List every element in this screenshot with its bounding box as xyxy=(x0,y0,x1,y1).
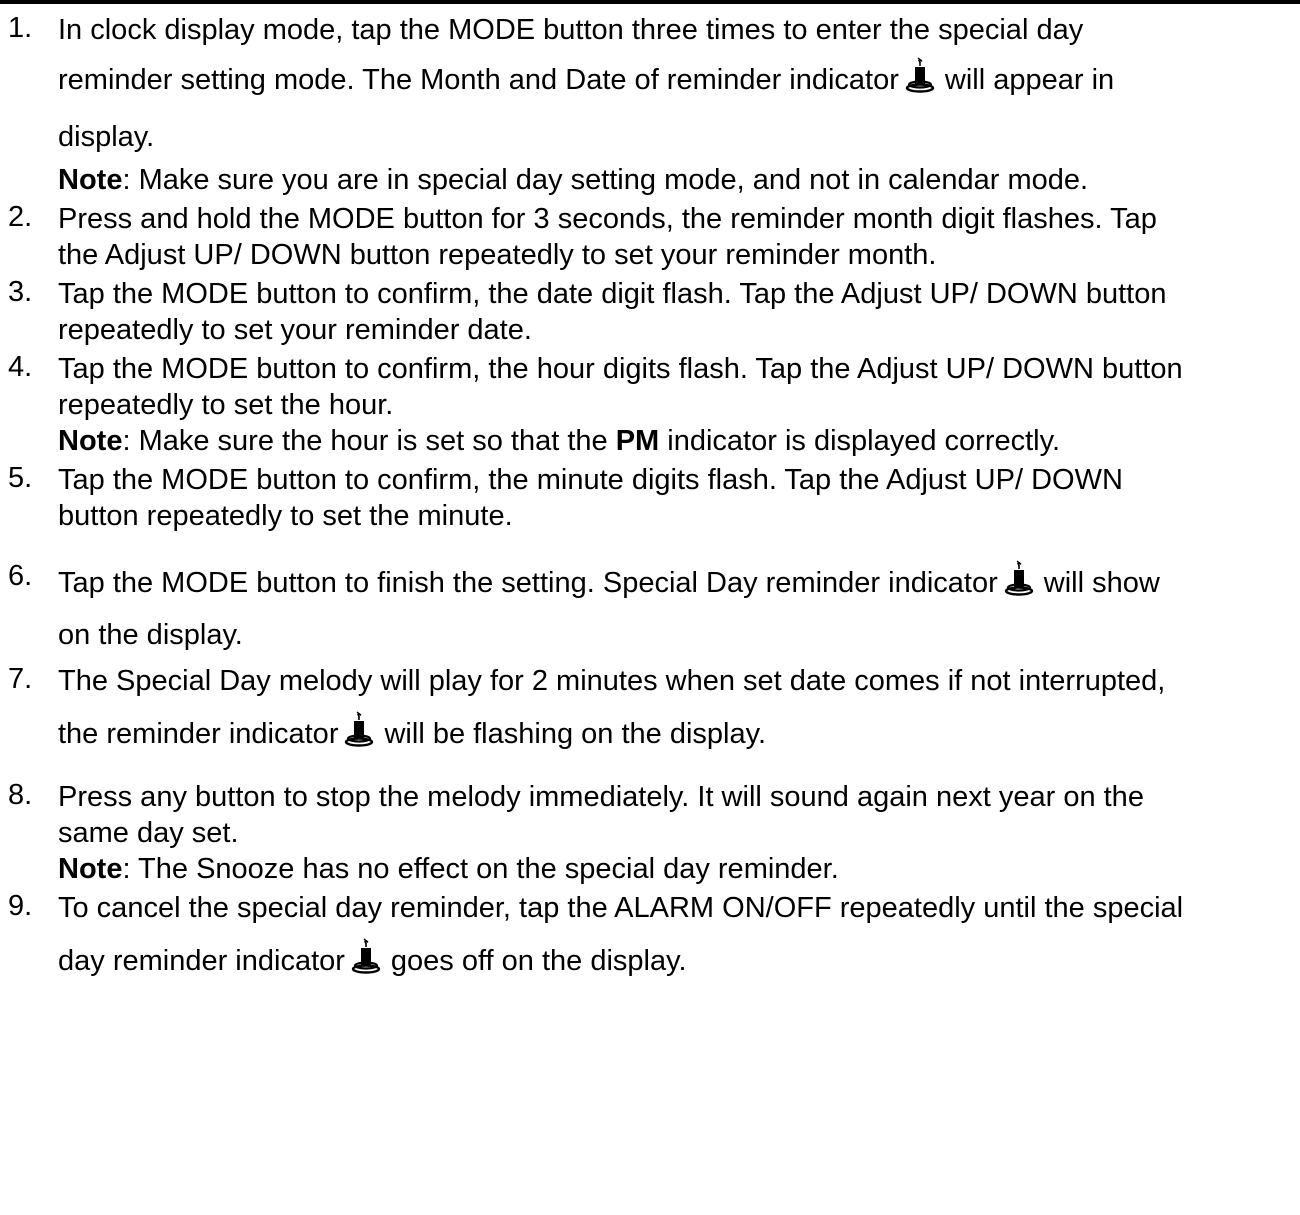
list-item-4: 4. Tap the MODE button to confirm, the h… xyxy=(0,351,1298,459)
list-item-5: 5. Tap the MODE button to confirm, the m… xyxy=(0,462,1298,534)
item-text: the Adjust UP/ DOWN button repeatedly to… xyxy=(58,239,937,271)
candle-icon xyxy=(905,57,935,93)
item-text: Tap the MODE button to confirm, the hour… xyxy=(58,353,1183,385)
pm-indicator-label: PM xyxy=(615,425,660,457)
item-number: 3. xyxy=(8,276,33,308)
item-text: Tap the MODE button to confirm, the minu… xyxy=(58,464,1123,496)
list-item-3: 3. Tap the MODE button to confirm, the d… xyxy=(0,276,1298,348)
candle-icon xyxy=(344,711,374,747)
item-number: 9. xyxy=(8,890,33,922)
item-text: Press and hold the MODE button for 3 sec… xyxy=(58,203,1157,235)
item-text: repeatedly to set the hour. xyxy=(58,389,394,421)
list-item-1: 1. In clock display mode, tap the MODE b… xyxy=(0,12,1298,198)
candle-icon xyxy=(1004,560,1034,596)
item-text-with-icon: day reminder indicator goes off on the di… xyxy=(58,926,1298,996)
item-text: repeatedly to set your reminder date. xyxy=(58,314,532,346)
list-item-7: 7. The Special Day melody will play for … xyxy=(0,663,1298,769)
instruction-list: 1. In clock display mode, tap the MODE b… xyxy=(0,12,1300,996)
item-text: button repeatedly to set the minute. xyxy=(58,500,513,532)
candle-icon xyxy=(351,938,381,974)
item-text: Tap the MODE button to confirm, the date… xyxy=(58,278,1167,310)
item-number: 4. xyxy=(8,351,33,383)
item-text-with-icon: reminder setting mode. The Month and Dat… xyxy=(58,48,1298,112)
top-rule xyxy=(0,0,1300,4)
item-number: 6. xyxy=(8,560,33,592)
item-text-with-icon: the reminder indicator will be flashing o… xyxy=(58,699,1298,769)
item-number: 5. xyxy=(8,462,33,494)
item-text: same day set. xyxy=(58,817,239,849)
item-text: Press any button to stop the melody imme… xyxy=(58,781,1144,813)
item-text: In clock display mode, tap the MODE butt… xyxy=(58,14,1084,46)
list-item-8: 8. Press any button to stop the melody i… xyxy=(0,779,1298,887)
item-number: 8. xyxy=(8,779,33,811)
list-item-9: 9. To cancel the special day reminder, t… xyxy=(0,890,1298,996)
item-text-with-icon: Tap the MODE button to finish the settin… xyxy=(58,560,1298,601)
item-text: display. xyxy=(58,121,155,153)
item-text: To cancel the special day reminder, tap … xyxy=(58,892,1184,924)
note-label: Note xyxy=(58,164,123,196)
item-number: 1. xyxy=(8,12,33,44)
item-number: 2. xyxy=(8,201,33,233)
note-line: Note: The Snooze has no effect on the sp… xyxy=(58,853,839,885)
note-label: Note xyxy=(58,853,123,885)
item-text: The Special Day melody will play for 2 m… xyxy=(58,665,1166,697)
item-text: on the display. xyxy=(58,619,243,651)
list-item-2: 2. Press and hold the MODE button for 3 … xyxy=(0,201,1298,273)
note-line: Note: Make sure you are in special day s… xyxy=(58,164,1089,196)
list-item-6: 6. Tap the MODE button to finish the set… xyxy=(0,560,1298,669)
note-label: Note xyxy=(58,425,123,457)
item-number: 7. xyxy=(8,663,33,695)
note-line: Note: Make sure the hour is set so that … xyxy=(58,425,1061,457)
